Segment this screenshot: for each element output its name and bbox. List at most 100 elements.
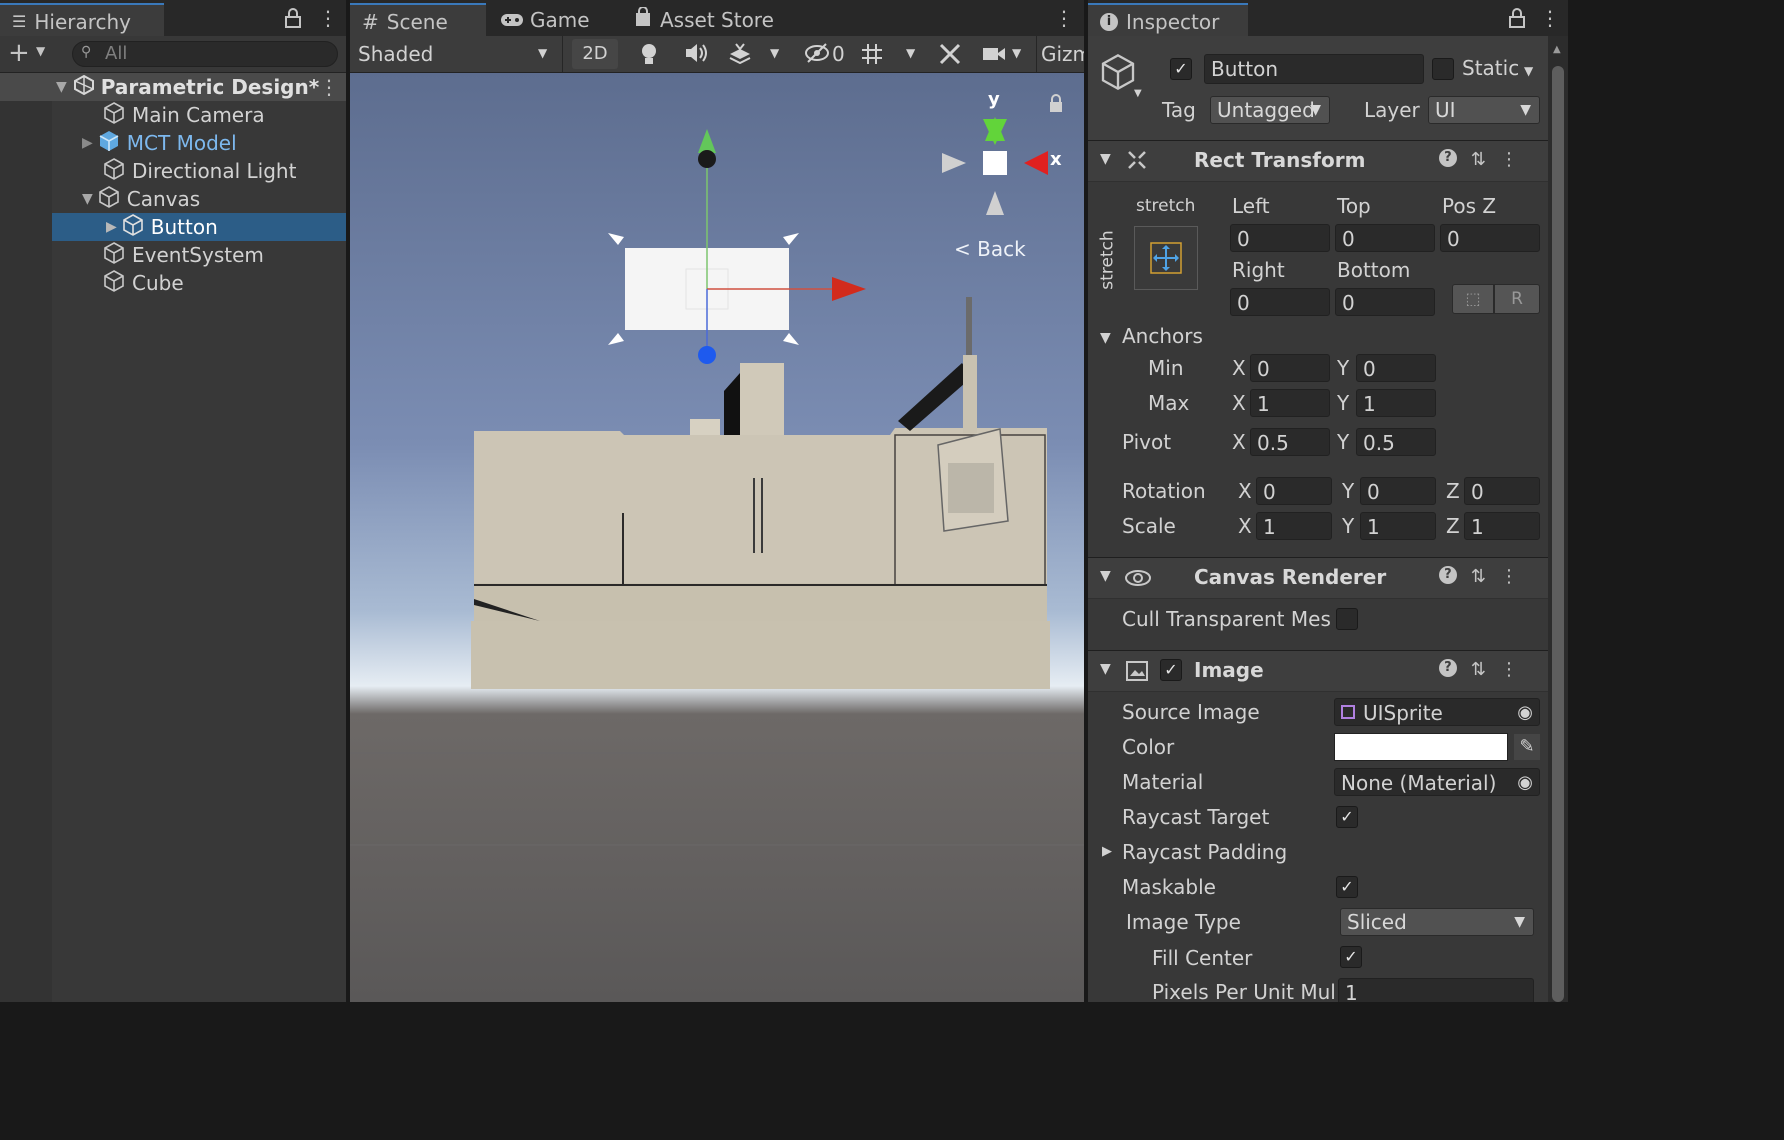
rotation-x-field[interactable]: 0: [1256, 477, 1332, 505]
foldout-arrow-icon[interactable]: ▼: [1100, 661, 1111, 677]
camera-icon[interactable]: [982, 44, 1006, 68]
lock-icon[interactable]: [1050, 94, 1062, 112]
expand-arrow-icon[interactable]: ▶: [106, 219, 117, 235]
anchor-min-x-field[interactable]: 0: [1250, 354, 1330, 382]
anchor-min-y-field[interactable]: 0: [1356, 354, 1436, 382]
foldout-arrow-icon[interactable]: ▼: [1100, 568, 1111, 584]
raycast-target-checkbox[interactable]: ✓: [1336, 806, 1358, 828]
presets-sliders-icon[interactable]: ⇅: [1471, 149, 1486, 170]
chevron-down-icon[interactable]: ▼: [1012, 46, 1021, 60]
scale-y-field[interactable]: 1: [1360, 512, 1436, 540]
canvas-renderer-header[interactable]: ▼ Canvas Renderer ? ⇅ ⋮: [1088, 557, 1548, 599]
presets-sliders-icon[interactable]: ⇅: [1471, 566, 1486, 587]
scene-viewport[interactable]: y x < Back: [350, 73, 1084, 1002]
grid-icon[interactable]: [860, 42, 884, 71]
color-swatch[interactable]: [1334, 733, 1508, 761]
effects-layers-icon[interactable]: [728, 42, 752, 69]
chevron-down-icon[interactable]: ▼: [1134, 88, 1142, 99]
help-icon[interactable]: ?: [1438, 566, 1457, 584]
blueprint-mode-button[interactable]: ⬚: [1452, 284, 1494, 314]
lock-icon[interactable]: [284, 8, 302, 33]
static-checkbox[interactable]: [1432, 58, 1454, 80]
cull-transparent-checkbox[interactable]: [1336, 608, 1358, 630]
component-header-icons: ? ⇅ ⋮: [1438, 659, 1518, 680]
scale-x-field[interactable]: 1: [1256, 512, 1332, 540]
pixels-per-unit-field[interactable]: 1: [1338, 978, 1534, 1002]
image-header[interactable]: ▼ ✓ Image ? ⇅ ⋮: [1088, 650, 1548, 692]
rotation-y-field[interactable]: 0: [1360, 477, 1436, 505]
presets-sliders-icon[interactable]: ⇅: [1471, 659, 1486, 680]
foldout-arrow-icon[interactable]: ▼: [1100, 330, 1111, 346]
source-image-field[interactable]: UISprite ◉: [1334, 698, 1540, 726]
image-enabled-checkbox[interactable]: ✓: [1160, 659, 1182, 681]
scene-kebab-icon[interactable]: ⋮: [1054, 6, 1074, 30]
scrollbar-thumb[interactable]: [1552, 66, 1564, 1002]
expand-arrow-icon[interactable]: ▼: [56, 79, 67, 95]
pivot-y-field[interactable]: 0.5: [1356, 428, 1436, 456]
scale-z-field[interactable]: 1: [1464, 512, 1540, 540]
gizmos-dropdown[interactable]: Gizm: [1036, 36, 1084, 72]
bottom-field[interactable]: 0: [1335, 288, 1435, 316]
expand-arrow-icon[interactable]: ▶: [82, 135, 93, 151]
tag-dropdown[interactable]: Untagged ▼: [1210, 96, 1330, 124]
anchor-max-y-field[interactable]: 1: [1356, 389, 1436, 417]
scene-root-row[interactable]: ▼ Parametric Design* ⋮: [0, 73, 346, 101]
chevron-down-icon[interactable]: ▼: [906, 46, 915, 60]
tools-icon[interactable]: [938, 42, 962, 71]
scene-kebab-icon[interactable]: ⋮: [319, 75, 339, 99]
help-icon[interactable]: ?: [1438, 149, 1457, 167]
right-field[interactable]: 0: [1230, 288, 1330, 316]
2d-toggle-button[interactable]: 2D: [572, 39, 618, 69]
foldout-arrow-icon[interactable]: ▼: [1100, 151, 1111, 167]
inspector-scrollbar[interactable]: ▲: [1548, 36, 1568, 1002]
search-input[interactable]: ⚲ All: [72, 41, 338, 67]
rotation-z-field[interactable]: 0: [1464, 477, 1540, 505]
chevron-down-icon[interactable]: ▼: [1524, 64, 1533, 78]
left-field[interactable]: 0: [1230, 224, 1330, 252]
hidden-eye-icon[interactable]: [804, 42, 830, 69]
material-field[interactable]: None (Material) ◉: [1334, 768, 1540, 796]
image-type-dropdown[interactable]: Sliced ▼: [1340, 908, 1534, 936]
tab-asset-store[interactable]: Asset Store: [622, 3, 786, 36]
raw-edit-button[interactable]: R: [1494, 284, 1540, 314]
expand-arrow-icon[interactable]: ▼: [82, 191, 93, 207]
chevron-down-icon[interactable]: ▼: [36, 44, 45, 58]
fill-center-checkbox[interactable]: ✓: [1340, 946, 1362, 968]
lock-icon[interactable]: [1508, 8, 1526, 33]
active-checkbox[interactable]: ✓: [1170, 58, 1192, 80]
component-kebab-icon[interactable]: ⋮: [1500, 149, 1518, 170]
back-view-label[interactable]: < Back: [954, 237, 1026, 261]
object-name-field[interactable]: Button: [1204, 54, 1424, 84]
audio-speaker-icon[interactable]: [684, 42, 708, 69]
axis-z-label: Z: [1446, 479, 1460, 503]
tab-scene[interactable]: # Scene: [350, 3, 486, 38]
rect-transform-header[interactable]: ▼ Rect Transform ? ⇅ ⋮: [1088, 140, 1548, 182]
eyedropper-icon[interactable]: ✎: [1514, 734, 1540, 760]
object-picker-icon[interactable]: ◉: [1517, 769, 1533, 795]
help-icon[interactable]: ?: [1438, 659, 1457, 677]
inspector-kebab-icon[interactable]: ⋮: [1540, 6, 1560, 30]
layer-dropdown[interactable]: UI ▼: [1428, 96, 1540, 124]
object-picker-icon[interactable]: ◉: [1517, 699, 1533, 725]
pivot-x-field[interactable]: 0.5: [1250, 428, 1330, 456]
component-kebab-icon[interactable]: ⋮: [1500, 566, 1518, 587]
mct-model[interactable]: [471, 297, 1050, 689]
hierarchy-item-label: Cube: [132, 271, 184, 295]
tab-hierarchy[interactable]: ☰ Hierarchy: [0, 3, 164, 38]
foldout-arrow-icon[interactable]: ▶: [1102, 844, 1112, 859]
posz-field[interactable]: 0: [1440, 224, 1540, 252]
scroll-up-arrow-icon[interactable]: ▲: [1553, 44, 1561, 55]
menu-kebab-icon[interactable]: ⋮: [318, 6, 338, 30]
tab-game[interactable]: Game: [488, 3, 602, 36]
add-icon[interactable]: +: [8, 38, 30, 68]
shading-mode-dropdown[interactable]: Shaded ▼: [350, 36, 563, 72]
chevron-down-icon[interactable]: ▼: [770, 46, 779, 60]
maskable-checkbox[interactable]: ✓: [1336, 876, 1358, 898]
lighting-bulb-icon[interactable]: [640, 42, 658, 71]
orientation-gizmo[interactable]: [942, 117, 1048, 215]
component-kebab-icon[interactable]: ⋮: [1500, 659, 1518, 680]
top-field[interactable]: 0: [1335, 224, 1435, 252]
anchor-presets-button[interactable]: [1134, 226, 1198, 290]
anchor-max-x-field[interactable]: 1: [1250, 389, 1330, 417]
tab-inspector[interactable]: i Inspector: [1088, 3, 1248, 38]
